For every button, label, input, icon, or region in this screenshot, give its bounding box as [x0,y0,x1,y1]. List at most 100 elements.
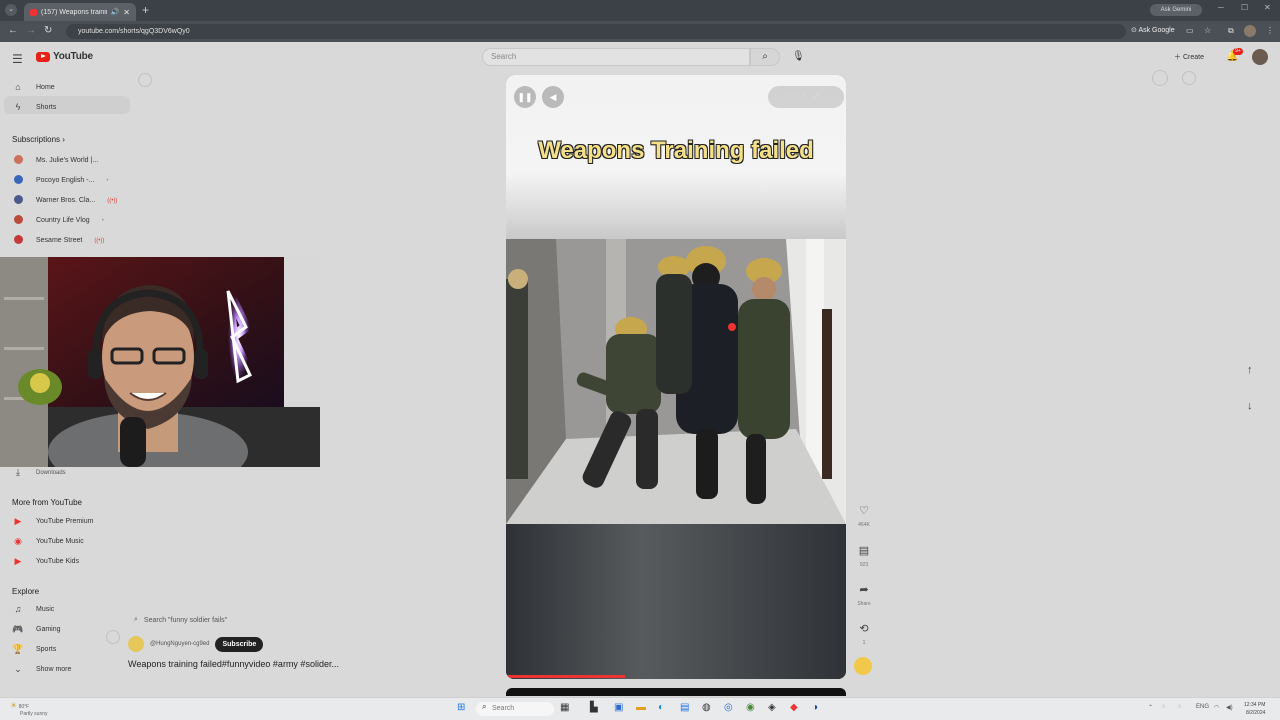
wifi-icon[interactable]: ◠ [1214,704,1219,711]
more-options-icon[interactable]: ⋮ [800,93,813,100]
url-field[interactable]: youtube.com/shorts/qgQ3DV6wQy0 [66,24,1126,39]
store-icon[interactable]: ▤ [680,702,689,713]
shorts-video-player[interactable]: Weapons Training failed ❚❚ ◀ ▭⋮⤢ [506,75,846,679]
sidebar-item-youtube-kids[interactable]: ▶ YouTube Kids [12,556,80,567]
previous-short-arrow-icon[interactable]: ↑ [1247,364,1253,376]
bookmark-star-icon[interactable]: ☆ [1204,26,1211,35]
channel-avatar[interactable] [128,636,144,652]
taskbar-clock[interactable]: 12:34 PM 8/2/2024 [1244,701,1265,717]
channel-handle[interactable]: @HungNguyen-cg9ed [150,641,209,647]
file-explorer-icon[interactable]: ▣ [614,702,623,713]
sidebar-item-gaming[interactable]: 🎮 Gaming [12,624,61,635]
account-avatar[interactable] [1252,49,1268,65]
subscriptions-heading[interactable]: Subscriptions › [12,135,65,144]
widgets-icon[interactable]: ▦ [560,702,569,713]
short-caption[interactable]: Weapons training failed#funnyvideo #army… [128,659,339,669]
sidebar-item-subscription[interactable]: Warner Bros. Cla... ((•)) [12,195,117,206]
live-icon: ((•)) [107,197,118,204]
audio-source-avatar[interactable] [854,657,872,675]
sidebar-item-subscription[interactable]: Pocoyo English -... • [12,175,108,186]
close-tab-icon[interactable]: ✕ [123,8,130,17]
chrome-profile-icon[interactable]: ◉ [746,702,755,713]
video-progress-bar[interactable] [506,675,625,678]
video-frame [506,239,846,524]
next-short-arrow-icon[interactable]: ↓ [1247,400,1253,412]
windows-start-icon[interactable]: ⊞ [457,702,465,713]
subscribe-button[interactable]: Subscribe [215,636,264,652]
tray-app-icon[interactable]: ◌ [1178,704,1182,710]
minimize-icon[interactable]: ─ [1218,3,1224,12]
like-button[interactable]: ♡ 464K [852,504,876,528]
sidebar-item-youtube-premium[interactable]: ▶ YouTube Premium [12,516,94,527]
comments-button[interactable]: ▤ 923 [852,544,876,568]
loading-spinner-icon [106,630,120,644]
gamepad-icon: 🎮 [12,624,24,634]
tab-search-icon[interactable]: ⌄ [5,4,17,16]
app-icon[interactable]: ◍ [702,702,711,713]
remix-count: 1 [862,640,866,646]
player-controls-right[interactable]: ▭⋮⤢ [768,86,844,108]
chrome-icon[interactable]: ◎ [724,702,733,713]
weather-widget[interactable]: ☀ 80°F Partly sunny [10,702,48,718]
reload-icon[interactable]: ↻ [44,25,52,36]
youtube-play-icon [36,51,50,62]
youtube-music-icon: ◉ [14,536,22,546]
browser-profile-avatar[interactable] [1244,25,1256,37]
tray-chevron-up-icon[interactable]: ⌃ [1148,704,1153,711]
live-icon: ((•)) [94,237,105,244]
steam-icon[interactable]: ◑ [812,702,818,713]
microphone-icon[interactable]: 🎙 [792,51,805,62]
brave-icon[interactable]: ◆ [790,702,798,713]
sidebar-item-music[interactable]: ♫ Music [12,604,55,614]
tray-app-icon[interactable]: ◌ [1162,704,1166,710]
sidebar-item-label: Gaming [36,626,61,633]
sidebar-item-shorts[interactable]: ϟ Shorts [12,102,57,112]
ask-google-button[interactable]: ⊙ Ask Google [1131,26,1175,34]
new-tab-icon[interactable]: + [142,3,149,17]
browser-menu-icon[interactable]: ⋮ [1266,26,1274,35]
volume-tray-icon[interactable]: ◀) [1226,704,1233,711]
back-icon[interactable]: ← [8,25,18,36]
edge-icon[interactable]: ◐ [658,702,664,713]
search-input[interactable]: Search [482,48,750,66]
sidebar-show-more[interactable]: ⌄ Show more [12,664,71,675]
forward-icon[interactable]: → [26,25,36,36]
task-view-icon[interactable]: ▙ [590,702,598,713]
captions-icon[interactable]: ▭ [787,93,800,100]
audio-icon[interactable]: 🔊 [111,8,120,16]
create-button[interactable]: ＋ Create [1174,52,1204,62]
volume-icon[interactable]: ◀ [542,86,564,108]
pause-icon[interactable]: ❚❚ [514,86,536,108]
sidebar-item-sports[interactable]: 🏆 Sports [12,644,56,655]
sidebar-item-home[interactable]: ⌂ Home [12,82,54,92]
create-label: Create [1182,54,1204,61]
subscriptions-title: Subscriptions [12,135,61,144]
extensions-icon[interactable]: ⧉ [1228,26,1234,36]
video-overlay-title: Weapons Training failed [538,137,814,164]
youtube-logo[interactable]: YouTube [36,51,93,62]
ask-gemini-button[interactable]: Ask Gemini [1150,4,1202,16]
ask-google-label: Ask Google [1138,27,1175,34]
channel-avatar [13,175,23,184]
menu-icon[interactable]: ☰ [12,52,23,66]
sidebar-item-downloads[interactable]: ⤓ Downloads [12,467,66,478]
close-window-icon[interactable]: ✕ [1264,3,1271,12]
fullscreen-icon[interactable]: ⤢ [813,93,825,100]
maximize-icon[interactable]: ☐ [1241,3,1248,12]
search-suggestion[interactable]: ⌕ Search "funny soldier fails" [134,616,227,624]
next-short-preview[interactable] [506,688,846,696]
cast-icon[interactable]: ▭ [1186,26,1194,35]
sidebar-item-subscription[interactable]: Ms. Julie's World |... [12,155,98,166]
taskbar-search-input[interactable]: Search [476,702,554,716]
app-icon[interactable]: ◈ [768,702,776,713]
share-button[interactable]: ➦ Share [852,583,876,607]
remix-button[interactable]: ⟲ 1 [852,622,876,646]
sidebar-item-subscription[interactable]: Sesame Street ((•)) [12,235,104,246]
search-button[interactable]: ⌕ [750,48,780,66]
language-indicator[interactable]: ENG [1196,704,1209,710]
sidebar-item-youtube-music[interactable]: ◉ YouTube Music [12,536,84,547]
folder-icon[interactable]: ▬ [636,702,646,713]
sidebar-item-label: Music [36,605,55,613]
sidebar-item-subscription[interactable]: Country Life Vlog • [12,215,104,226]
browser-tab[interactable]: (157) Weapons training fail 🔊 ✕ [24,3,136,21]
